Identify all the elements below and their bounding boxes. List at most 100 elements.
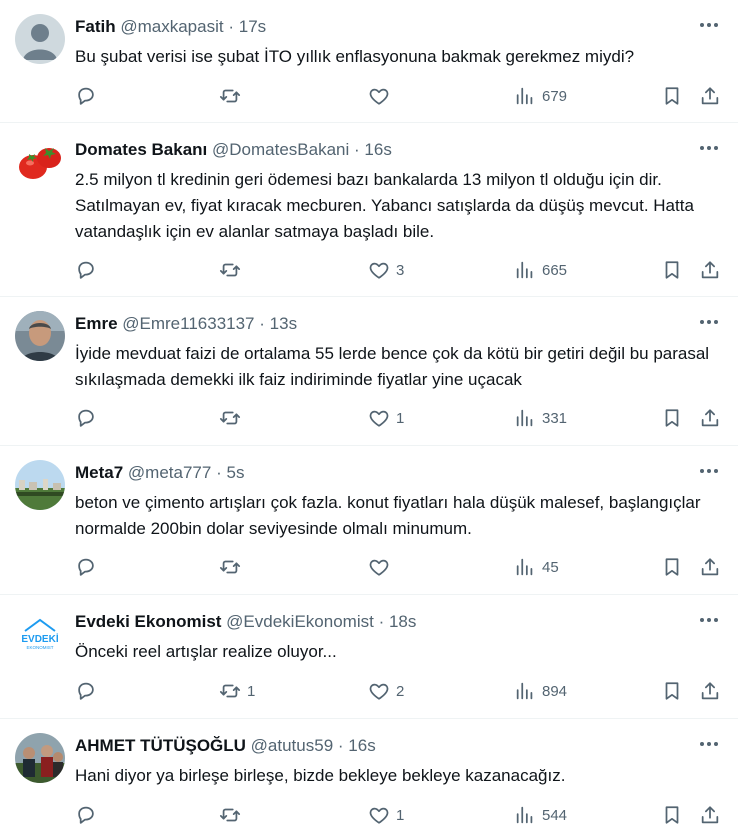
author-name[interactable]: AHMET TÜTÜŞOĞLU [75, 736, 246, 755]
view-count: 894 [542, 682, 568, 700]
retweet-button[interactable]: 1 [219, 679, 255, 703]
retweet-button[interactable] [219, 406, 247, 430]
analytics-icon [516, 682, 533, 700]
timestamp[interactable]: 17s [239, 17, 266, 36]
more-options-icon[interactable] [698, 460, 720, 482]
action-bar: 1 331 [75, 406, 725, 430]
reply-icon [78, 87, 94, 105]
retweet-button[interactable] [219, 803, 247, 827]
share-icon [701, 87, 719, 105]
reply-button[interactable] [75, 406, 103, 430]
author-name[interactable]: Emre [75, 314, 118, 333]
timestamp[interactable]: 13s [270, 314, 297, 333]
author-name[interactable]: Evdeki Ekonomist [75, 612, 221, 631]
tweet-text: 2.5 milyon tl kredinin geri ödemesi bazı… [75, 170, 694, 241]
tweet[interactable]: Emre @Emre11633137 · 13s İyide mevduat f… [0, 297, 738, 446]
like-button[interactable]: 2 [368, 679, 404, 703]
views-button[interactable]: 544 [514, 803, 567, 827]
share-button[interactable] [699, 258, 721, 282]
timestamp[interactable]: 16s [364, 140, 391, 159]
tweet-header: Emre @Emre11633137 · 13s [75, 313, 297, 335]
like-button[interactable]: 3 [368, 258, 404, 282]
bookmark-button[interactable] [661, 84, 683, 108]
tweet[interactable]: Meta7 @meta777 · 5s beton ve çimento art… [0, 446, 738, 595]
view-count: 665 [542, 261, 568, 279]
reply-button[interactable] [75, 258, 103, 282]
views-button[interactable]: 45 [514, 555, 559, 579]
bookmark-button[interactable] [661, 555, 683, 579]
views-button[interactable]: 894 [514, 679, 567, 703]
bookmark-button[interactable] [661, 406, 683, 430]
reply-button[interactable] [75, 84, 103, 108]
author-handle[interactable]: @DomatesBakani [212, 140, 349, 159]
evdeki-logo-avatar[interactable]: EVDEKİ EKONOMIST [15, 609, 65, 659]
view-count: 331 [542, 409, 568, 427]
heart-icon [369, 88, 389, 105]
reply-icon [78, 806, 94, 824]
reply-button[interactable] [75, 679, 103, 703]
bookmark-icon [665, 806, 679, 824]
reply-icon [78, 261, 94, 279]
landscape-avatar[interactable] [15, 460, 65, 510]
timestamp[interactable]: 16s [348, 736, 375, 755]
view-count: 544 [542, 806, 568, 824]
like-button[interactable]: 1 [368, 406, 404, 430]
share-button[interactable] [699, 555, 721, 579]
retweet-button[interactable] [219, 258, 247, 282]
tweet-text: Hani diyor ya birleşe birleşe, bizde bek… [75, 766, 566, 785]
analytics-icon [516, 261, 533, 279]
timestamp[interactable]: 5s [226, 463, 244, 482]
reply-icon [78, 682, 94, 700]
more-options-icon[interactable] [698, 14, 720, 36]
author-handle[interactable]: @maxkapasit [120, 17, 223, 36]
bookmark-button[interactable] [661, 803, 683, 827]
tweet[interactable]: Domates Bakanı @DomatesBakani · 16s 2.5 … [0, 123, 738, 297]
tweet[interactable]: AHMET TÜTÜŞOĞLU @atutus59 · 16s Hani diy… [0, 719, 738, 829]
share-button[interactable] [699, 406, 721, 430]
heart-icon [369, 559, 389, 576]
more-options-icon[interactable] [698, 137, 720, 159]
tweet[interactable]: Fatih @maxkapasit · 17s Bu şubat verisi … [0, 0, 738, 123]
like-button[interactable]: 1 [368, 803, 404, 827]
views-button[interactable]: 331 [514, 406, 567, 430]
more-options-icon[interactable] [698, 311, 720, 333]
timestamp[interactable]: 18s [389, 612, 416, 631]
reply-button[interactable] [75, 555, 103, 579]
default-avatar-icon[interactable] [15, 14, 65, 64]
bookmark-button[interactable] [661, 258, 683, 282]
tweet-header: Meta7 @meta777 · 5s [75, 462, 244, 484]
tweet-header: AHMET TÜTÜŞOĞLU @atutus59 · 16s [75, 735, 376, 757]
author-name[interactable]: Fatih [75, 17, 116, 36]
tweet[interactable]: EVDEKİ EKONOMIST Evdeki Ekonomist @Evdeki… [0, 595, 738, 719]
retweet-button[interactable] [219, 555, 247, 579]
share-button[interactable] [699, 84, 721, 108]
retweet-button[interactable] [219, 84, 247, 108]
author-name[interactable]: Meta7 [75, 463, 123, 482]
author-handle[interactable]: @EvdekiEkonomist [226, 612, 374, 631]
bookmark-icon [665, 682, 679, 700]
share-icon [701, 261, 719, 279]
more-options-icon[interactable] [698, 733, 720, 755]
reply-button[interactable] [75, 803, 103, 827]
reply-icon [78, 409, 94, 427]
more-options-icon[interactable] [698, 609, 720, 631]
author-handle[interactable]: @Emre11633137 [122, 314, 254, 333]
reply-feed: Fatih @maxkapasit · 17s Bu şubat verisi … [0, 0, 738, 829]
group-photo-avatar[interactable] [15, 733, 65, 783]
author-handle[interactable]: @atutus59 [251, 736, 333, 755]
person-avatar[interactable] [15, 311, 65, 361]
like-button[interactable] [368, 555, 396, 579]
like-button[interactable] [368, 84, 396, 108]
author-handle[interactable]: @meta777 [128, 463, 211, 482]
view-count: 679 [542, 87, 568, 105]
author-name[interactable]: Domates Bakanı [75, 140, 207, 159]
like-count: 3 [396, 261, 405, 279]
views-button[interactable]: 679 [514, 84, 567, 108]
bookmark-button[interactable] [661, 679, 683, 703]
share-button[interactable] [699, 679, 721, 703]
action-bar: 1 544 [75, 803, 725, 827]
tomato-avatar[interactable] [15, 137, 65, 187]
share-button[interactable] [699, 803, 721, 827]
retweet-icon [219, 411, 241, 425]
views-button[interactable]: 665 [514, 258, 567, 282]
